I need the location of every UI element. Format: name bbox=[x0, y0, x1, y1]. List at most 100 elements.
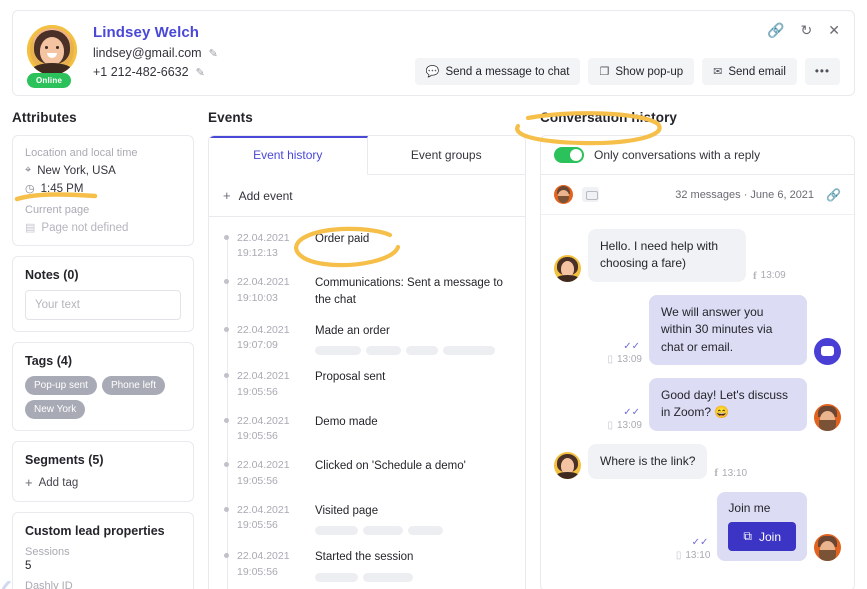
only-with-reply-toggle[interactable] bbox=[554, 147, 584, 163]
event-timestamp: 22.04.2021 19:10:03 bbox=[237, 276, 290, 304]
join-message-text: Join me bbox=[728, 501, 771, 516]
lead-name[interactable]: Lindsey Welch bbox=[93, 24, 218, 41]
lead-header-card: Online Lindsey Welch lindsey@gmail.com ✎… bbox=[12, 10, 855, 96]
copy-link-icon[interactable]: 🔗 bbox=[767, 23, 784, 37]
current-page-row: ▤ Page not defined bbox=[25, 221, 181, 235]
message-timestamp: ✓✓ ▯ 13:10 bbox=[676, 537, 711, 561]
add-tag-label: Add tag bbox=[38, 476, 79, 489]
close-icon[interactable]: ✕ bbox=[828, 23, 840, 37]
event-dot-icon bbox=[224, 279, 229, 285]
event-row[interactable]: 22.04.2021 19:07:09 Made an order bbox=[209, 323, 513, 370]
envelope-icon: ✉ bbox=[713, 66, 723, 78]
message-bubble: Join me ⧉ Join bbox=[717, 492, 807, 562]
popup-icon: ❐ bbox=[599, 66, 610, 78]
reply-filter-row: Only conversations with a reply bbox=[541, 136, 854, 175]
show-popup-button[interactable]: ❐ Show pop-up bbox=[588, 58, 695, 85]
send-message-to-chat-button[interactable]: 💬 Send a message to chat bbox=[414, 58, 581, 85]
tab-event-groups[interactable]: Event groups bbox=[368, 136, 526, 174]
read-receipt-icon: ✓✓ bbox=[623, 406, 640, 418]
placeholder-bar bbox=[363, 573, 413, 583]
chat-thread: Hello. I need help with choosing a fare)… bbox=[541, 215, 854, 589]
add-tag-button[interactable]: + Add tag bbox=[25, 475, 181, 490]
show-popup-label: Show pop-up bbox=[615, 65, 684, 78]
status-badge: Online bbox=[27, 73, 72, 88]
placeholder-bar bbox=[406, 346, 438, 356]
only-with-reply-label: Only conversations with a reply bbox=[594, 148, 761, 162]
current-page-value: Page not defined bbox=[41, 221, 129, 234]
local-time-value: 1:45 PM bbox=[40, 182, 84, 195]
event-name: Proposal sent bbox=[315, 371, 386, 384]
chat-message: ✓✓ ▯ 13:09 Good day! Let's discuss in Zoom?… bbox=[554, 377, 841, 431]
external-link-icon: ⧉ bbox=[743, 529, 752, 544]
add-event-button[interactable]: + Add event bbox=[209, 175, 525, 217]
event-row[interactable]: 22.04.2021 19:12:13 Order paid bbox=[209, 231, 513, 275]
location-card: Location and local time ⌖ New York, USA … bbox=[12, 135, 194, 246]
placeholder-bar bbox=[315, 346, 361, 356]
lead-phone: +1 212-482-6632 bbox=[93, 65, 189, 79]
refresh-icon[interactable]: ↻ bbox=[801, 23, 813, 37]
lead-email: lindsey@gmail.com bbox=[93, 46, 202, 60]
scrollbar-indicator[interactable] bbox=[0, 581, 12, 589]
edit-email-pencil-icon[interactable]: ✎ bbox=[209, 47, 218, 60]
lead-email-row: lindsey@gmail.com ✎ bbox=[93, 46, 218, 60]
notes-title: Notes (0) bbox=[25, 268, 79, 282]
edit-phone-pencil-icon[interactable]: ✎ bbox=[196, 66, 205, 79]
tags-list: Pop-up sent Phone left New York bbox=[25, 376, 181, 419]
timestamp-text: 13:09 bbox=[760, 270, 786, 282]
events-card: Event history Event groups + Add event 2… bbox=[208, 135, 526, 589]
read-receipt-icon: ✓✓ bbox=[691, 537, 709, 549]
lead-identity: Lindsey Welch lindsey@gmail.com ✎ +1 212… bbox=[89, 23, 218, 95]
event-row[interactable]: 22.04.2021 19:05:56 Demo made bbox=[209, 414, 513, 458]
event-row[interactable]: 22.04.2021 19:05:56 Visited page bbox=[209, 503, 513, 550]
event-row[interactable]: 22.04.2021 19:05:56 Proposal sent bbox=[209, 369, 513, 413]
event-body: Visited page bbox=[309, 503, 443, 536]
plus-icon: + bbox=[25, 475, 33, 490]
property-value: 5 bbox=[25, 560, 32, 572]
event-placeholder-bars bbox=[315, 346, 495, 356]
tab-event-history[interactable]: Event history bbox=[209, 136, 368, 175]
message-timestamp: f 13:09 bbox=[753, 270, 786, 282]
event-timestamp: 22.04.2021 19:05:56 bbox=[237, 370, 290, 398]
conversation-link-icon[interactable]: 🔗 bbox=[826, 188, 841, 202]
more-actions-button[interactable]: ••• bbox=[804, 58, 840, 85]
event-row[interactable]: 22.04.2021 19:05:56 Clicked on 'Schedule a… bbox=[209, 458, 513, 502]
message-bubble: Where is the link? bbox=[588, 443, 708, 480]
event-row[interactable]: 22.04.2021 19:05:56 Started the session bbox=[209, 549, 513, 589]
local-time-row: ◷ 1:45 PM bbox=[25, 182, 181, 196]
map-pin-icon: ⌖ bbox=[25, 164, 32, 176]
tag-chip[interactable]: Pop-up sent bbox=[25, 376, 97, 395]
send-email-button[interactable]: ✉ Send email bbox=[702, 58, 797, 85]
event-body: Clicked on 'Schedule a demo' bbox=[309, 458, 466, 488]
placeholder-bar bbox=[315, 573, 358, 583]
event-name: Visited page bbox=[315, 504, 379, 517]
event-dot-icon bbox=[224, 506, 229, 512]
segments-card: Segments (5) + Add tag bbox=[12, 441, 194, 502]
event-row[interactable]: 22.04.2021 19:10:03 Communications: Sent a… bbox=[209, 275, 513, 322]
location-label: Location and local time bbox=[25, 147, 138, 159]
tag-chip[interactable]: New York bbox=[25, 400, 86, 419]
chat-message: Where is the link? f 13:10 bbox=[554, 443, 841, 480]
chat-message: ✓✓ ▯ 13:09 We will answer you within 30 min… bbox=[554, 294, 841, 365]
events-title: Events bbox=[208, 110, 253, 125]
timestamp-row: ▯ 13:09 bbox=[607, 354, 642, 365]
placeholder-bar bbox=[363, 526, 403, 536]
event-timeline: 22.04.2021 19:12:13 Order paid 22.04.2021 19… bbox=[209, 217, 525, 589]
chat-message: Hello. I need help with choosing a fare)… bbox=[554, 229, 841, 282]
tag-chip[interactable]: Phone left bbox=[101, 376, 165, 395]
avatar bbox=[27, 25, 77, 75]
event-timestamp: 22.04.2021 19:07:09 bbox=[237, 323, 290, 351]
location-row: ⌖ New York, USA bbox=[25, 164, 181, 177]
avatar-wrap: Online bbox=[27, 23, 89, 95]
timestamp-row: ▯ 13:10 bbox=[676, 550, 711, 561]
events-tabs: Event history Event groups bbox=[209, 136, 525, 175]
placeholder-bar bbox=[366, 346, 401, 356]
header-icon-group: 🔗 ↻ ✕ bbox=[767, 23, 840, 37]
message-bubble: Hello. I need help with choosing a fare) bbox=[588, 229, 746, 282]
lead-avatar bbox=[554, 452, 581, 480]
notes-input[interactable] bbox=[25, 290, 181, 320]
property-label: Dashly ID bbox=[25, 580, 73, 589]
join-button[interactable]: ⧉ Join bbox=[728, 522, 796, 552]
add-event-label: Add event bbox=[238, 188, 293, 203]
operator-avatar bbox=[814, 403, 841, 431]
event-name: Communications: Sent a message to the ch… bbox=[315, 277, 503, 307]
